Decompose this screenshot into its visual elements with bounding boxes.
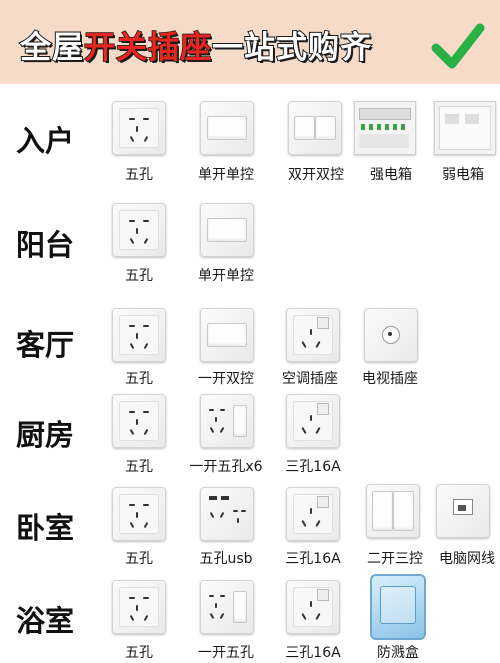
three-hole-16a-socket-icon[interactable] — [286, 394, 340, 448]
room-label-bedroom: 卧室 — [16, 511, 75, 545]
item-caption: 五孔 — [125, 459, 153, 475]
single-switch-icon[interactable] — [200, 203, 254, 257]
strong-current-box-icon[interactable] — [354, 101, 416, 155]
switch-five-hole-icon[interactable] — [200, 394, 254, 448]
green-check-icon — [431, 23, 485, 69]
usb-socket-icon[interactable] — [200, 487, 254, 541]
item-caption: 一开双控 — [198, 371, 254, 387]
five-hole-socket-icon[interactable] — [112, 203, 166, 257]
title-part-1: 全屋 — [19, 29, 84, 67]
splash-box-icon[interactable] — [370, 574, 426, 640]
single-switch-icon[interactable] — [200, 101, 254, 155]
item-caption: 五孔 — [125, 551, 153, 567]
room-label-balcony: 阳台 — [16, 228, 75, 262]
three-hole-16a-socket-icon[interactable] — [286, 580, 340, 634]
three-hole-16a-socket-icon[interactable] — [286, 487, 340, 541]
room-label-bathroom: 浴室 — [16, 604, 75, 638]
item-caption: 二开三控 — [367, 551, 423, 567]
room-label-entry: 入户 — [16, 124, 75, 158]
double-switch-three-control-icon[interactable] — [366, 484, 420, 538]
room-label-living-room: 客厅 — [16, 328, 75, 362]
item-caption: 一开五孔 — [198, 645, 254, 661]
five-hole-socket-icon[interactable] — [112, 394, 166, 448]
title-part-3: 一站式购齐 — [211, 29, 372, 67]
item-caption: 弱电箱 — [442, 167, 484, 183]
weak-current-box-icon[interactable] — [434, 101, 496, 155]
item-caption: 单开单控 — [198, 167, 254, 183]
item-caption: 五孔 — [125, 167, 153, 183]
five-hole-socket-icon[interactable] — [112, 580, 166, 634]
double-switch-icon[interactable] — [288, 101, 342, 155]
item-caption: 双开双控 — [288, 167, 344, 183]
room-label-kitchen: 厨房 — [16, 418, 75, 452]
item-caption: 三孔16A — [285, 551, 341, 567]
item-caption: 防溅盒 — [377, 645, 419, 661]
five-hole-socket-icon[interactable] — [112, 308, 166, 362]
item-caption: 五孔usb — [199, 551, 253, 567]
item-caption: 一开五孔x6 — [189, 459, 263, 475]
switch-five-hole-icon[interactable] — [200, 580, 254, 634]
title-part-2: 开关插座 — [83, 29, 212, 67]
item-caption: 电脑网线 — [439, 551, 495, 567]
item-caption: 电视插座 — [362, 371, 418, 387]
item-caption: 空调插座 — [282, 371, 338, 387]
page-title: 全屋 开关插座 一站式购齐 — [19, 24, 372, 67]
five-hole-socket-icon[interactable] — [112, 101, 166, 155]
item-caption: 三孔16A — [285, 459, 341, 475]
network-socket-icon[interactable] — [436, 484, 490, 538]
tv-socket-icon[interactable] — [364, 308, 418, 362]
five-hole-socket-icon[interactable] — [112, 487, 166, 541]
header-banner: 全屋 开关插座 一站式购齐 — [0, 0, 500, 84]
item-caption: 五孔 — [125, 645, 153, 661]
item-caption: 强电箱 — [370, 167, 412, 183]
item-caption: 单开单控 — [198, 268, 254, 284]
item-caption: 五孔 — [125, 371, 153, 387]
ac-socket-icon[interactable] — [286, 308, 340, 362]
item-caption: 三孔16A — [285, 645, 341, 661]
item-caption: 五孔 — [125, 268, 153, 284]
single-switch-icon[interactable] — [200, 308, 254, 362]
